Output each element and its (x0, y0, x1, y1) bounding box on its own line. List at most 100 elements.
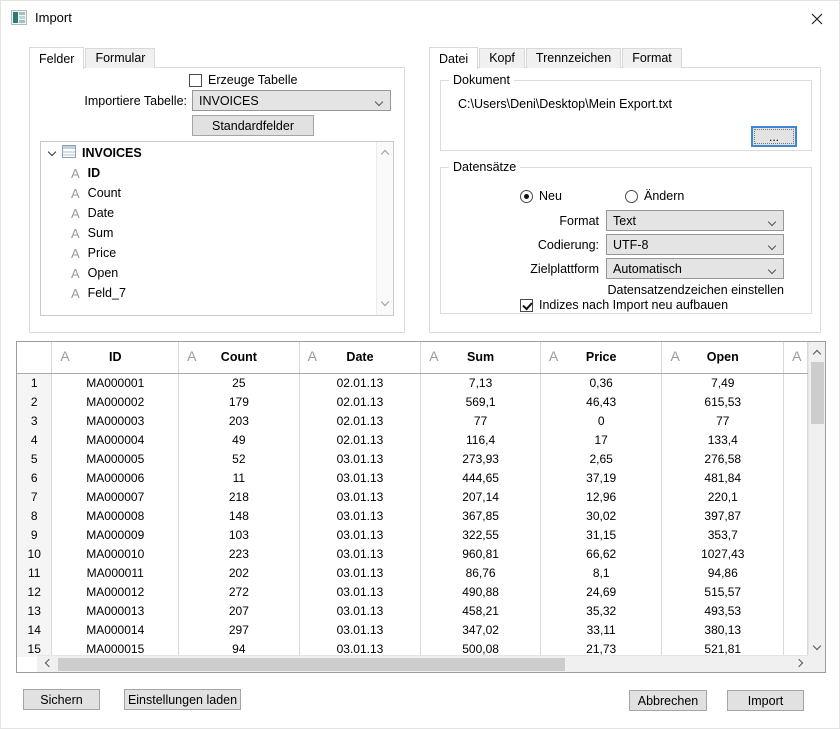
row-number: 4 (17, 430, 52, 449)
importiere-tabelle-select[interactable]: INVOICES (192, 90, 391, 111)
checkbox-checked-icon (520, 299, 533, 312)
scroll-down-icon[interactable] (813, 643, 821, 651)
indizes-checkbox[interactable]: Indizes nach Import neu aufbauen (520, 298, 728, 312)
table-row: 4MA0000044902.01.13116,417133,4 (17, 430, 808, 449)
column-header-date[interactable]: ADate (299, 342, 421, 373)
scroll-right-icon[interactable] (796, 660, 804, 668)
table-cell: 03.01.13 (299, 601, 421, 620)
codierung-select[interactable]: UTF-8 (606, 234, 784, 255)
column-header-count[interactable]: ACount (179, 342, 300, 373)
table-cell: 0,36 (540, 373, 662, 392)
field-type-icon: A (71, 167, 80, 180)
radio-neu[interactable]: Neu (520, 189, 562, 203)
table-cell: 03.01.13 (299, 582, 421, 601)
scroll-up-icon[interactable] (381, 148, 389, 156)
row-number: 10 (17, 544, 52, 563)
table-cell: 202 (179, 563, 300, 582)
browse-button[interactable]: ... (751, 126, 797, 147)
column-header-sum[interactable]: ASum (421, 342, 541, 373)
standardfelder-button[interactable]: Standardfelder (192, 115, 314, 136)
table-cell: 02.01.13 (299, 430, 421, 449)
column-header-id[interactable]: AID (52, 342, 179, 373)
tree-expander-icon[interactable] (48, 149, 56, 157)
tree-field-price[interactable]: APrice (41, 243, 376, 263)
tree-field-date[interactable]: ADate (41, 203, 376, 223)
import-dialog: { "window": { "title": "Import" }, "left… (0, 0, 840, 729)
scroll-down-icon[interactable] (381, 299, 389, 307)
chevron-down-icon (768, 243, 776, 251)
table-cell: 25 (179, 373, 300, 392)
tab-trennzeichen[interactable]: Trennzeichen (526, 48, 621, 68)
tree-field-sum[interactable]: ASum (41, 223, 376, 243)
zielplattform-select[interactable]: Automatisch (606, 258, 784, 279)
import-button[interactable]: Import (727, 690, 804, 711)
tree-field-count[interactable]: ACount (41, 183, 376, 203)
erzeuge-tabelle-checkbox[interactable]: Erzeuge Tabelle (189, 73, 297, 87)
table-cell: 615,53 (662, 392, 784, 411)
table-cell: 273,93 (421, 449, 541, 468)
format-select[interactable]: Text (606, 210, 784, 231)
field-type-icon: A (71, 227, 80, 240)
left-tabstrip: FelderFormular (29, 46, 156, 68)
tree-field-id[interactable]: A ID (41, 163, 376, 183)
codierung-value: UTF-8 (613, 238, 648, 252)
tab-felder[interactable]: Felder (29, 47, 84, 69)
table-cell-empty (784, 449, 808, 468)
table-cell: 31,15 (540, 525, 662, 544)
format-label: Format (441, 214, 599, 228)
table-cell: 03.01.13 (299, 468, 421, 487)
table-cell: 490,88 (421, 582, 541, 601)
row-number: 7 (17, 487, 52, 506)
tree-root-invoices[interactable]: INVOICES (41, 143, 376, 163)
dokument-group-title: Dokument (449, 73, 514, 87)
radio-icon (625, 190, 638, 203)
table-cell: 02.01.13 (299, 373, 421, 392)
table-cell-empty (784, 487, 808, 506)
table-cell: 322,55 (421, 525, 541, 544)
tab-format[interactable]: Format (622, 48, 682, 68)
close-icon[interactable] (807, 9, 827, 29)
horizontal-scrollbar[interactable] (37, 655, 810, 672)
table-cell: 77 (421, 411, 541, 430)
tree-field-open[interactable]: AOpen (41, 263, 376, 283)
table-cell: 218 (179, 487, 300, 506)
table-cell: 116,4 (421, 430, 541, 449)
table-cell-empty (784, 601, 808, 620)
tree-scrollbar[interactable] (376, 142, 393, 315)
einstellungen-laden-button[interactable]: Einstellungen laden (124, 689, 241, 710)
column-header-price[interactable]: APrice (540, 342, 662, 373)
row-number: 13 (17, 601, 52, 620)
table-cell: 37,19 (540, 468, 662, 487)
vertical-scrollbar-thumb[interactable] (811, 362, 824, 424)
table-row: 14MA00001429703.01.13347,0233,11380,13 (17, 620, 808, 639)
column-header-open[interactable]: AOpen (662, 342, 784, 373)
table-cell: MA000004 (52, 430, 179, 449)
vertical-scrollbar[interactable] (808, 342, 825, 657)
zielplattform-value: Automatisch (613, 262, 682, 276)
horizontal-scrollbar-thumb[interactable] (58, 658, 565, 671)
sichern-button[interactable]: Sichern (23, 689, 100, 710)
table-cell: 380,13 (662, 620, 784, 639)
tab-formular[interactable]: Formular (85, 48, 155, 68)
scroll-up-icon[interactable] (813, 348, 821, 356)
tab-kopf[interactable]: Kopf (479, 48, 525, 68)
datensatzendzeichen-link[interactable]: Datensatzendzeichen einstellen (607, 283, 784, 297)
tree-field-label: ID (88, 166, 101, 180)
table-cell: 133,4 (662, 430, 784, 449)
abbrechen-button[interactable]: Abbrechen (629, 690, 707, 711)
radio-aendern[interactable]: Ändern (625, 189, 684, 203)
table-row: 5MA0000055203.01.13273,932,65276,58 (17, 449, 808, 468)
tab-datei[interactable]: Datei (429, 47, 478, 69)
row-number: 6 (17, 468, 52, 487)
column-header-partial[interactable]: A (784, 342, 808, 373)
field-type-icon: A (71, 247, 80, 260)
table-cell: 481,84 (662, 468, 784, 487)
scroll-left-icon[interactable] (43, 660, 51, 668)
felder-panel: Erzeuge Tabelle Importiere Tabelle: INVO… (29, 67, 405, 333)
table-cell: 2,65 (540, 449, 662, 468)
table-cell: MA000012 (52, 582, 179, 601)
tree-field-feld-7[interactable]: AFeld_7 (41, 283, 376, 303)
scrollbar-corner (808, 655, 825, 672)
table-cell: 0 (540, 411, 662, 430)
row-number: 5 (17, 449, 52, 468)
